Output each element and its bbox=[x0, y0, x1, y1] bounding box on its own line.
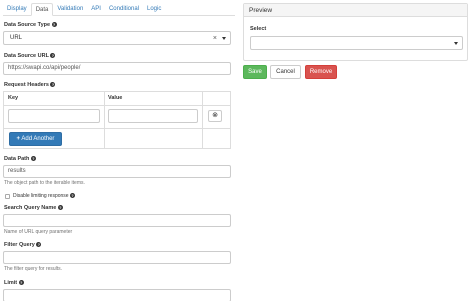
chevron-down-icon bbox=[454, 42, 458, 45]
data-source-url-input[interactable]: https://swapi.co/api/people/ bbox=[3, 62, 231, 75]
help-icon: ? bbox=[51, 22, 57, 28]
filter-query-input[interactable] bbox=[3, 251, 231, 264]
request-headers-label-text: Request Headers bbox=[4, 82, 49, 88]
data-source-type-label: Data Source Type ? bbox=[4, 22, 57, 28]
chevron-down-icon bbox=[222, 37, 226, 40]
column-header-key: Key bbox=[8, 95, 19, 101]
divider bbox=[4, 105, 230, 106]
divider bbox=[104, 92, 105, 148]
data-path-label-text: Data Path bbox=[4, 156, 30, 162]
data-path-help: The object path to the iterable items. bbox=[4, 180, 85, 186]
help-icon: ? bbox=[36, 242, 42, 248]
data-source-url-label: Data Source URL ? bbox=[4, 53, 56, 59]
data-source-type-label-text: Data Source Type bbox=[4, 22, 51, 28]
search-query-name-label: Search Query Name ? bbox=[4, 205, 63, 211]
plus-icon: + bbox=[16, 136, 21, 142]
divider bbox=[4, 128, 230, 129]
search-query-name-input[interactable] bbox=[3, 214, 231, 227]
divider bbox=[202, 92, 203, 148]
help-icon: ? bbox=[30, 156, 36, 162]
help-icon: ? bbox=[50, 82, 56, 88]
search-query-name-help: Name of URL query parameter bbox=[4, 229, 73, 235]
filter-query-label: Filter Query ? bbox=[4, 242, 42, 248]
data-path-input[interactable]: results bbox=[3, 165, 231, 178]
limit-input[interactable] bbox=[3, 289, 231, 301]
tab-api[interactable]: API bbox=[87, 3, 105, 16]
filter-query-help: The filter query for results. bbox=[4, 266, 63, 272]
request-headers-table: Key Value ⊗ + Add Another bbox=[3, 91, 231, 149]
tab-conditional[interactable]: Conditional bbox=[105, 3, 143, 16]
preview-select-label: Select bbox=[250, 26, 267, 32]
remove-circle-icon: ⊗ bbox=[212, 112, 218, 119]
remove-button[interactable]: Remove bbox=[305, 65, 337, 79]
preview-select[interactable] bbox=[250, 36, 463, 50]
filter-query-label-text: Filter Query bbox=[4, 242, 35, 248]
limit-label-text: Limit bbox=[4, 280, 18, 286]
data-source-type-select[interactable]: URL × bbox=[3, 31, 231, 45]
help-icon: ? bbox=[18, 280, 24, 286]
header-value-input[interactable] bbox=[108, 109, 198, 123]
tab-data[interactable]: Data bbox=[30, 3, 54, 16]
add-another-label: Add Another bbox=[21, 136, 55, 142]
tab-validation[interactable]: Validation bbox=[53, 3, 87, 16]
tab-logic[interactable]: Logic bbox=[143, 3, 165, 16]
column-header-value: Value bbox=[108, 95, 123, 101]
clear-icon[interactable]: × bbox=[213, 32, 217, 45]
header-key-input[interactable] bbox=[8, 109, 100, 123]
search-query-name-label-text: Search Query Name bbox=[4, 205, 57, 211]
disable-limiting-label: Disable limiting response ? bbox=[13, 193, 75, 199]
request-headers-label: Request Headers ? bbox=[4, 82, 56, 88]
data-source-url-label-text: Data Source URL bbox=[4, 53, 49, 59]
disable-limiting-label-text: Disable limiting response bbox=[13, 193, 69, 199]
preview-title: Preview bbox=[244, 4, 467, 17]
cancel-button[interactable]: Cancel bbox=[270, 65, 301, 79]
data-path-label: Data Path ? bbox=[4, 156, 36, 162]
remove-row-button[interactable]: ⊗ bbox=[208, 110, 222, 122]
tab-bar: Display Data Validation API Conditional … bbox=[3, 3, 235, 16]
data-source-type-value: URL bbox=[10, 35, 23, 41]
disable-limiting-checkbox[interactable] bbox=[5, 194, 10, 199]
save-button[interactable]: Save bbox=[243, 65, 267, 79]
help-icon: ? bbox=[57, 205, 63, 211]
preview-panel: Preview Select bbox=[243, 3, 468, 61]
add-another-button[interactable]: + Add Another bbox=[9, 132, 62, 146]
help-icon: ? bbox=[50, 53, 56, 59]
help-icon: ? bbox=[69, 193, 75, 199]
limit-label: Limit ? bbox=[4, 280, 24, 286]
tab-display[interactable]: Display bbox=[3, 3, 31, 16]
